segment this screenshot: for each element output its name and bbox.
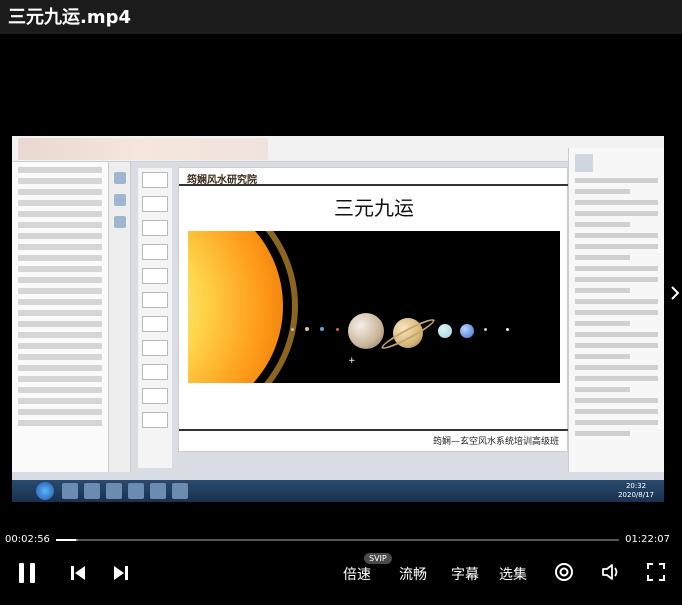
title-bar: 三元九运.mp4 xyxy=(0,0,682,34)
volume-icon[interactable] xyxy=(600,561,622,583)
episodes-button[interactable]: 选集 xyxy=(499,564,527,584)
circle-target-icon[interactable] xyxy=(553,561,575,583)
subtitle-button[interactable]: 字幕 xyxy=(451,564,479,584)
current-time: 00:02:56 xyxy=(5,534,50,545)
progress-bar[interactable] xyxy=(56,539,619,541)
recording-slide-thumbnails xyxy=(138,168,172,468)
svip-badge: SVIP xyxy=(364,553,392,564)
total-time: 01:22:07 xyxy=(625,534,670,545)
video-frame[interactable]: 筠娴风水研究院 三元九运 + 筠娴—玄空风水系统培训高级班 20:32 2020… xyxy=(12,136,664,502)
recording-chat-panel xyxy=(568,148,664,472)
skip-next-icon[interactable] xyxy=(111,563,131,583)
recording-toolbar xyxy=(109,162,131,472)
recording-slide: 筠娴风水研究院 三元九运 + 筠娴—玄空风水系统培训高级班 xyxy=(178,167,569,452)
quality-button[interactable]: 流畅 xyxy=(399,564,427,584)
solar-system-image: + xyxy=(188,231,560,383)
video-title: 三元九运.mp4 xyxy=(8,7,132,28)
progress-row: 00:02:56 01:22:07 xyxy=(0,531,682,549)
recording-header xyxy=(12,136,664,162)
chevron-right-icon[interactable] xyxy=(671,286,680,304)
speed-button[interactable]: 倍速 xyxy=(343,564,371,584)
slide-title: 三元九运 xyxy=(334,196,414,220)
slide-footer: 筠娴—玄空风水系统培训高级班 xyxy=(432,437,559,447)
recording-user-list xyxy=(12,162,109,472)
fullscreen-icon[interactable] xyxy=(645,561,667,583)
progress-played xyxy=(56,539,77,541)
pause-button[interactable] xyxy=(16,562,38,584)
skip-previous-icon[interactable] xyxy=(68,563,88,583)
recording-taskbar: 20:32 2020/8/17 xyxy=(12,480,664,502)
